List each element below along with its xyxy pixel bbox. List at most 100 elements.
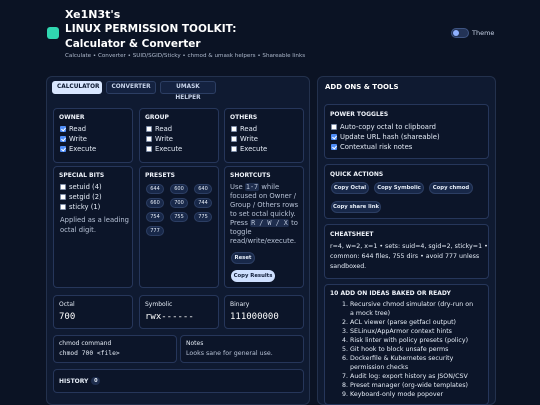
- preset-777-button[interactable]: 777: [146, 226, 164, 236]
- checkbox-label: Read: [155, 125, 173, 133]
- setuid-checkbox[interactable]: setuid (4): [60, 183, 102, 191]
- preset-640-button[interactable]: 640: [194, 184, 212, 194]
- app-logo: [47, 27, 59, 39]
- checkbox-label: Update URL hash (shareable): [340, 133, 440, 141]
- checkbox-label: setuid (4): [69, 183, 102, 191]
- quick-actions-title: QUICK ACTIONS: [330, 171, 384, 178]
- idea-item: 5. Git hook to block unsafe perms: [342, 346, 449, 353]
- special-bits-note-line1: Applied as a leading: [60, 216, 129, 224]
- setgid-checkbox[interactable]: setgid (2): [60, 193, 102, 201]
- copy-chmod-button[interactable]: Copy chmod: [429, 182, 473, 194]
- symbolic-label: Symbolic: [145, 301, 173, 308]
- octal-label: Octal: [59, 301, 75, 308]
- cheatsheet-line3: sandboxed.: [330, 263, 367, 270]
- cheatsheet-line2: common: 644 files, 755 dirs • avoid 777 …: [330, 253, 480, 260]
- octal-value: 700: [59, 312, 76, 322]
- chmod-command-value[interactable]: chmod 700 <file>: [59, 350, 120, 357]
- copy-octal-button[interactable]: Copy Octal: [331, 182, 369, 194]
- theme-toggle[interactable]: [451, 28, 469, 38]
- checkbox-label: Read: [69, 125, 87, 133]
- owner-title: OWNER: [59, 114, 85, 121]
- history-label: HISTORY: [59, 378, 89, 385]
- shortcuts-title: SHORTCUTS: [230, 172, 271, 179]
- group-execute-checkbox[interactable]: Execute: [146, 145, 182, 153]
- shortcuts-line2: focused on Owner /: [230, 192, 297, 200]
- shortcuts-text: Press: [230, 219, 248, 227]
- shortcuts-text: to: [291, 219, 298, 227]
- shortcut-key-range: 1-7: [244, 183, 260, 191]
- idea-item: permission checks: [350, 364, 409, 371]
- symbolic-value: rwx------: [145, 312, 194, 322]
- checkbox-label: Execute: [155, 145, 183, 153]
- theme-toggle-knob: [453, 30, 459, 36]
- update-url-hash-toggle[interactable]: Update URL hash (shareable): [331, 133, 440, 141]
- checkbox-label: sticky (1): [69, 203, 101, 211]
- notes-label: Notes: [186, 340, 204, 347]
- addons-title: ADD ONS & TOOLS: [325, 83, 399, 91]
- preset-754-button[interactable]: 754: [146, 212, 164, 222]
- preset-755-button[interactable]: 755: [170, 212, 188, 222]
- checkbox-label: Contextual risk notes: [340, 143, 413, 151]
- others-execute-checkbox[interactable]: Execute: [231, 145, 267, 153]
- app-header: Xe1N3t's LINUX PERMISSION TOOLKIT: Calcu…: [0, 0, 540, 70]
- checkbox-icon: [60, 194, 66, 200]
- shortcuts-text: Use: [230, 183, 243, 191]
- checkbox-label: Execute: [240, 145, 268, 153]
- checkbox-icon: [146, 136, 152, 142]
- idea-item: 6. Dockerfile & Kubernetes security: [342, 355, 454, 362]
- copy-results-button[interactable]: Copy Results: [231, 270, 275, 282]
- others-write-checkbox[interactable]: Write: [231, 135, 258, 143]
- page-subtitle: Calculate • Converter • SUID/SGID/Sticky…: [65, 53, 306, 59]
- shortcuts-line5: Press R / W / X to: [230, 219, 298, 227]
- preset-600-button[interactable]: 600: [170, 184, 188, 194]
- idea-item: 4. Risk linter with policy presets (poli…: [342, 337, 469, 344]
- power-toggles-title: POWER TOGGLES: [330, 111, 389, 118]
- checkbox-icon: [60, 184, 66, 190]
- risk-notes-toggle[interactable]: Contextual risk notes: [331, 143, 412, 151]
- idea-item: a mock tree): [350, 310, 391, 317]
- preset-644-button[interactable]: 644: [146, 184, 164, 194]
- checkbox-icon: [231, 136, 237, 142]
- preset-700-button[interactable]: 700: [170, 198, 188, 208]
- group-title: GROUP: [145, 114, 169, 121]
- checkbox-label: Execute: [69, 145, 97, 153]
- checkbox-icon: [60, 126, 66, 132]
- shortcuts-text: while: [261, 183, 280, 191]
- checkbox-label: Write: [240, 135, 258, 143]
- idea-item: 9. Keyboard-only mode popover: [342, 391, 444, 398]
- copy-symbolic-button[interactable]: Copy Symbolic: [374, 182, 424, 194]
- theme-label: Theme: [472, 29, 495, 37]
- binary-label: Binary: [230, 301, 250, 308]
- checkbox-icon: [146, 146, 152, 152]
- tab-umask-helper[interactable]: UMASK HELPER: [160, 81, 216, 101]
- reset-button[interactable]: Reset: [231, 252, 255, 264]
- others-title: OTHERS: [230, 114, 258, 121]
- group-read-checkbox[interactable]: Read: [146, 125, 172, 133]
- preset-775-button[interactable]: 775: [194, 212, 212, 222]
- group-write-checkbox[interactable]: Write: [146, 135, 173, 143]
- presets-title: PRESETS: [145, 172, 175, 179]
- tab-calculator[interactable]: CALCULATOR: [52, 81, 102, 94]
- others-read-checkbox[interactable]: Read: [231, 125, 257, 133]
- owner-execute-checkbox[interactable]: Execute: [60, 145, 96, 153]
- history-header: HISTORY 0: [59, 377, 101, 385]
- checkbox-icon: [60, 136, 66, 142]
- shortcut-key-rwx: R / W / X: [250, 219, 289, 227]
- shortcuts-line4: to set octal quickly.: [230, 210, 296, 218]
- sticky-checkbox[interactable]: sticky (1): [60, 203, 100, 211]
- auto-copy-toggle[interactable]: Auto-copy octal to clipboard: [331, 123, 436, 131]
- cheatsheet-line1: r=4, w=2, x=1 • sets: suid=4, sgid=2, st…: [330, 243, 488, 250]
- tab-converter[interactable]: CONVERTER: [106, 81, 156, 94]
- copy-share-link-button[interactable]: Copy share link: [331, 201, 381, 213]
- owner-read-checkbox[interactable]: Read: [60, 125, 86, 133]
- preset-660-button[interactable]: 660: [146, 198, 164, 208]
- shortcuts-line6: toggle: [230, 228, 252, 236]
- ideas-title: 10 ADD ON IDEAS BAKED OR READY: [330, 290, 451, 297]
- preset-744-button[interactable]: 744: [194, 198, 212, 208]
- notes-value: Looks sane for general use.: [186, 350, 273, 357]
- binary-value: 111000000: [230, 312, 279, 322]
- page-title-line2: Calculator & Converter: [65, 38, 201, 50]
- special-bits-title: SPECIAL BITS: [59, 172, 105, 179]
- checkbox-icon: [331, 124, 337, 130]
- owner-write-checkbox[interactable]: Write: [60, 135, 87, 143]
